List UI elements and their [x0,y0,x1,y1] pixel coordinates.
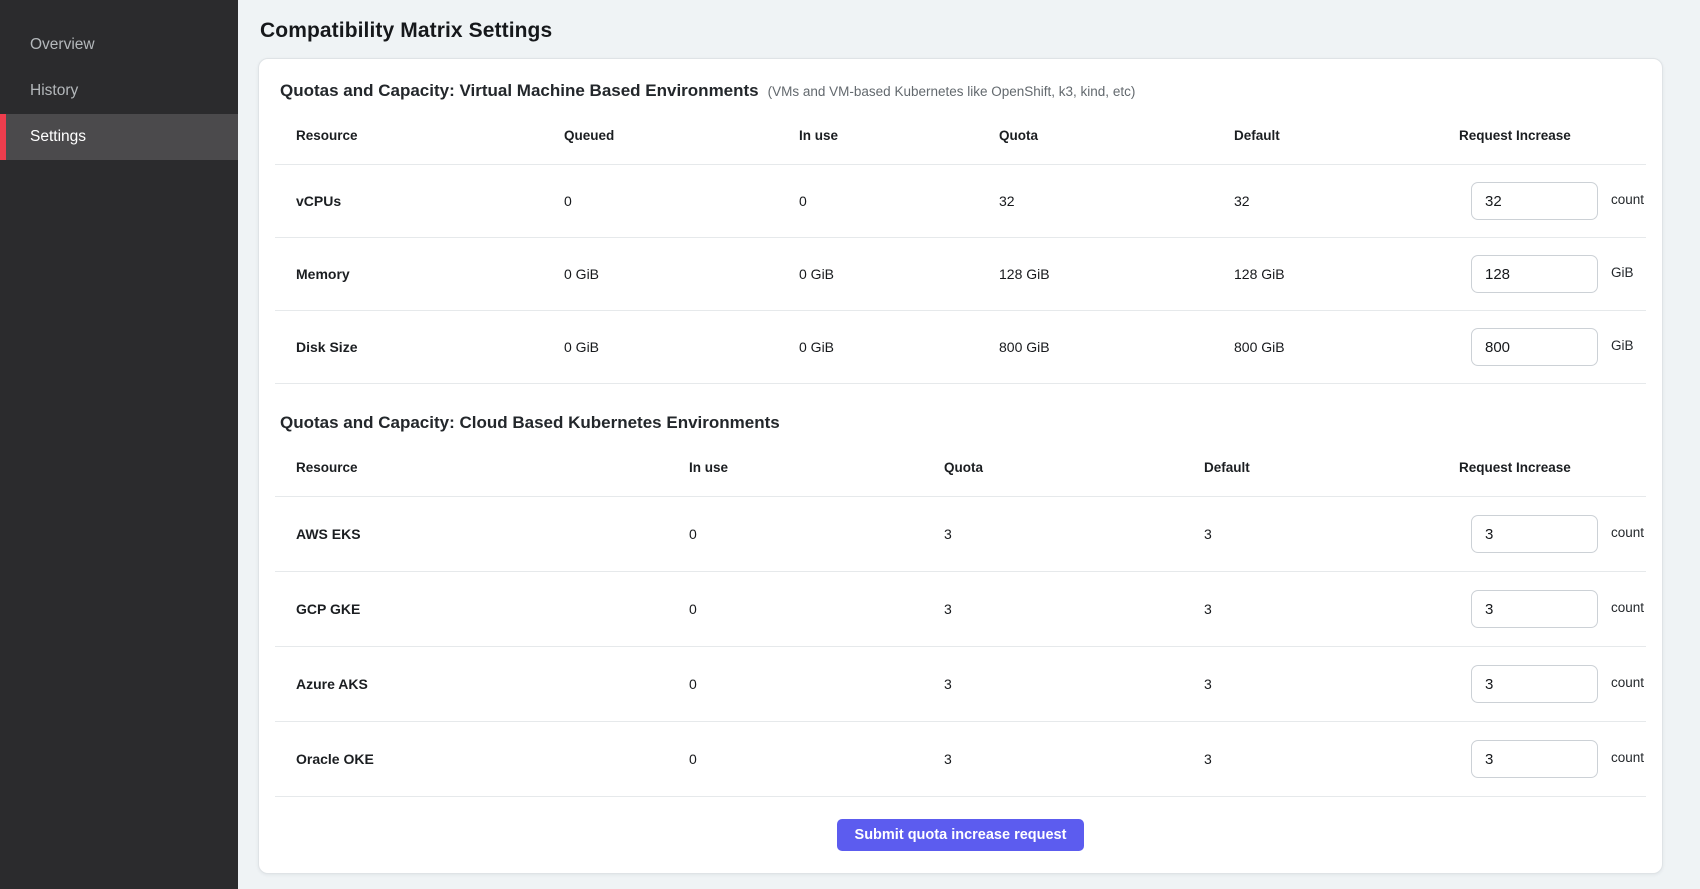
column-header-resource: Resource [275,460,689,475]
table-row-vcpus: vCPUs 0 0 32 32 count [275,165,1646,238]
queued-value: 0 GiB [564,339,799,355]
in-use-value: 0 [689,676,944,692]
resource-label: AWS EKS [275,526,689,542]
default-value: 800 GiB [1234,339,1459,355]
quota-value: 128 GiB [999,266,1234,282]
in-use-value: 0 [799,193,999,209]
default-value: 128 GiB [1234,266,1459,282]
column-header-in-use: In use [689,460,944,475]
quota-value: 3 [944,751,1204,767]
request-increase-cell: GiB [1459,255,1646,293]
quota-value: 800 GiB [999,339,1234,355]
request-increase-cell: count [1459,665,1646,703]
sidebar-item-label: History [30,82,78,100]
resource-label: GCP GKE [275,601,689,617]
column-header-resource: Resource [275,128,564,143]
table-row-oracle-oke: Oracle OKE 0 3 3 count [275,722,1646,797]
memory-request-input[interactable] [1471,255,1598,293]
gcp-gke-request-input[interactable] [1471,590,1598,628]
in-use-value: 0 [689,601,944,617]
unit-label: count [1611,675,1644,690]
table-row-azure-aks: Azure AKS 0 3 3 count [275,647,1646,722]
cloud-table-header: Resource In use Quota Default Request In… [275,435,1646,497]
unit-label: GiB [1611,338,1634,353]
default-value: 3 [1204,751,1459,767]
column-header-request-increase: Request Increase [1459,128,1646,143]
column-header-request-increase: Request Increase [1459,460,1646,475]
request-increase-cell: GiB [1459,328,1646,366]
submit-quota-increase-button[interactable]: Submit quota increase request [837,819,1085,851]
vm-section-title: Quotas and Capacity: Virtual Machine Bas… [280,79,759,103]
in-use-value: 0 [689,526,944,542]
request-increase-cell: count [1459,515,1646,553]
sidebar-nav: Overview History Settings [0,0,238,160]
table-row-aws-eks: AWS EKS 0 3 3 count [275,497,1646,572]
column-header-queued: Queued [564,128,799,143]
unit-label: count [1611,192,1644,207]
sidebar: Overview History Settings [0,0,238,889]
column-header-default: Default [1234,128,1459,143]
sidebar-item-history[interactable]: History [0,68,238,114]
unit-label: count [1611,600,1644,615]
page-title: Compatibility Matrix Settings [258,0,1663,58]
quota-value: 3 [944,601,1204,617]
unit-label: count [1611,750,1644,765]
card-footer: Submit quota increase request [275,797,1646,851]
quota-value: 32 [999,193,1234,209]
default-value: 3 [1204,676,1459,692]
sidebar-item-settings[interactable]: Settings [0,114,238,160]
column-header-quota: Quota [999,128,1234,143]
vm-section-header: Quotas and Capacity: Virtual Machine Bas… [275,79,1646,103]
resource-label: Disk Size [275,339,564,355]
default-value: 32 [1234,193,1459,209]
column-header-default: Default [1204,460,1459,475]
request-increase-cell: count [1459,590,1646,628]
sidebar-item-label: Overview [30,36,95,54]
unit-label: GiB [1611,265,1634,280]
aws-eks-request-input[interactable] [1471,515,1598,553]
sidebar-item-overview[interactable]: Overview [0,22,238,68]
resource-label: vCPUs [275,193,564,209]
vm-section-subtitle: (VMs and VM-based Kubernetes like OpenSh… [768,84,1136,99]
disk-size-request-input[interactable] [1471,328,1598,366]
column-header-in-use: In use [799,128,999,143]
resource-label: Azure AKS [275,676,689,692]
table-row-gcp-gke: GCP GKE 0 3 3 count [275,572,1646,647]
settings-card: Quotas and Capacity: Virtual Machine Bas… [258,58,1663,874]
table-row-memory: Memory 0 GiB 0 GiB 128 GiB 128 GiB GiB [275,238,1646,311]
azure-aks-request-input[interactable] [1471,665,1598,703]
quota-value: 3 [944,526,1204,542]
resource-label: Oracle OKE [275,751,689,767]
cloud-section-header: Quotas and Capacity: Cloud Based Kuberne… [275,411,1646,435]
default-value: 3 [1204,601,1459,617]
in-use-value: 0 [689,751,944,767]
unit-label: count [1611,525,1644,540]
in-use-value: 0 GiB [799,266,999,282]
queued-value: 0 GiB [564,266,799,282]
default-value: 3 [1204,526,1459,542]
quota-value: 3 [944,676,1204,692]
vcpus-request-input[interactable] [1471,182,1598,220]
vm-table-header: Resource Queued In use Quota Default Req… [275,103,1646,165]
resource-label: Memory [275,266,564,282]
column-header-quota: Quota [944,460,1204,475]
sidebar-item-label: Settings [30,128,86,146]
oracle-oke-request-input[interactable] [1471,740,1598,778]
queued-value: 0 [564,193,799,209]
table-row-disk-size: Disk Size 0 GiB 0 GiB 800 GiB 800 GiB Gi… [275,311,1646,384]
cloud-section-title: Quotas and Capacity: Cloud Based Kuberne… [280,411,780,435]
request-increase-cell: count [1459,182,1646,220]
in-use-value: 0 GiB [799,339,999,355]
request-increase-cell: count [1459,740,1646,778]
main-content: Compatibility Matrix Settings Quotas and… [238,0,1700,874]
